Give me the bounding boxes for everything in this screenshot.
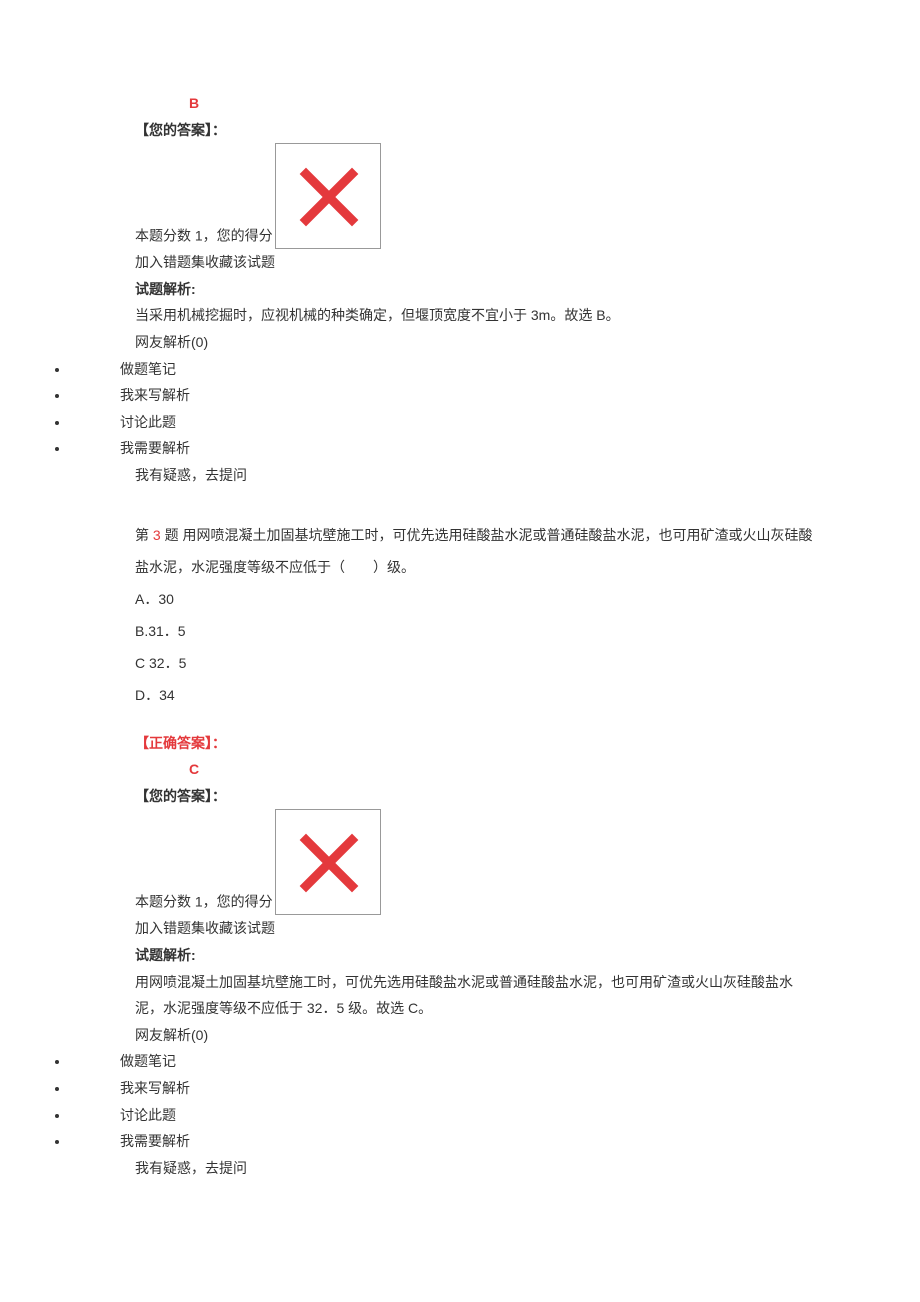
q3-friends-analysis[interactable]: 网友解析(0) — [135, 1022, 820, 1049]
q3-action-list: 做题笔记 我来写解析 讨论此题 我需要解析 — [0, 1048, 920, 1154]
q2-favorite-link[interactable]: 收藏该试题 — [205, 254, 275, 270]
q2-analysis-label: 试题解析: — [135, 276, 820, 303]
wrong-mark-icon — [275, 809, 381, 915]
q2-friends-analysis[interactable]: 网友解析(0) — [135, 329, 820, 356]
q3-stem-text: 用网喷混凝土加固基坑壁施工时，可优先选用硅酸盐水泥或普通硅酸盐水泥，也可用矿渣或… — [135, 527, 812, 575]
q3-option-b[interactable]: B.31．5 — [135, 615, 820, 647]
q2-action-note[interactable]: 做题笔记 — [70, 356, 920, 383]
q3-analysis-label: 试题解析: — [135, 942, 820, 969]
q3-stem: 第 3 题 用网喷混凝土加固基坑壁施工时，可优先选用硅酸盐水泥或普通硅酸盐水泥，… — [135, 519, 820, 583]
q3-score-prefix: 本题分数 1，您的得分 — [135, 894, 273, 910]
q2-action-list: 做题笔记 我来写解析 讨论此题 我需要解析 — [0, 356, 920, 462]
q3-action-write[interactable]: 我来写解析 — [70, 1075, 920, 1102]
q3-ask-link[interactable]: 我有疑惑，去提问 — [135, 1155, 820, 1182]
q3-option-a[interactable]: A．30 — [135, 583, 820, 615]
q3-option-d[interactable]: D．34 — [135, 679, 820, 711]
q2-score-prefix: 本题分数 1，您的得分 — [135, 228, 273, 244]
q2-add-wrong-link[interactable]: 加入错题集 — [135, 254, 205, 270]
q3-score-line: 本题分数 1，您的得分 — [135, 809, 820, 915]
q2-action-need[interactable]: 我需要解析 — [70, 435, 920, 462]
wrong-mark-icon — [275, 143, 381, 249]
q2-action-write[interactable]: 我来写解析 — [70, 382, 920, 409]
q3-correct-label: 【正确答案】： — [135, 730, 820, 757]
q3-action-note[interactable]: 做题笔记 — [70, 1048, 920, 1075]
q2-your-answer-label: 【您的答案】： — [135, 117, 820, 144]
q2-ask-link[interactable]: 我有疑惑，去提问 — [135, 462, 820, 489]
q3-your-answer-label: 【您的答案】： — [135, 783, 820, 810]
q2-score-line: 本题分数 1，您的得分 — [135, 143, 820, 249]
q3-action-discuss[interactable]: 讨论此题 — [70, 1102, 920, 1129]
q2-analysis-text: 当采用机械挖掘时，应视机械的种类确定，但堰顶宽度不宜小于 3m。故选 B。 — [135, 302, 820, 329]
q2-action-discuss[interactable]: 讨论此题 — [70, 409, 920, 436]
q3-favorite-link[interactable]: 收藏该试题 — [205, 920, 275, 936]
q3-prefix: 第 — [135, 527, 153, 543]
q2-correct-answer-letter: B — [135, 90, 820, 117]
q3-option-c[interactable]: C 32．5 — [135, 647, 820, 679]
q3-add-wrong-link[interactable]: 加入错题集 — [135, 920, 205, 936]
q3-analysis-text: 用网喷混凝土加固基坑壁施工时，可优先选用硅酸盐水泥或普通硅酸盐水泥，也可用矿渣或… — [135, 969, 820, 1022]
q3-number: 3 — [153, 527, 161, 543]
q3-action-need[interactable]: 我需要解析 — [70, 1128, 920, 1155]
q3-correct-answer-letter: C — [135, 756, 820, 783]
q3-suffix: 题 — [161, 527, 179, 543]
